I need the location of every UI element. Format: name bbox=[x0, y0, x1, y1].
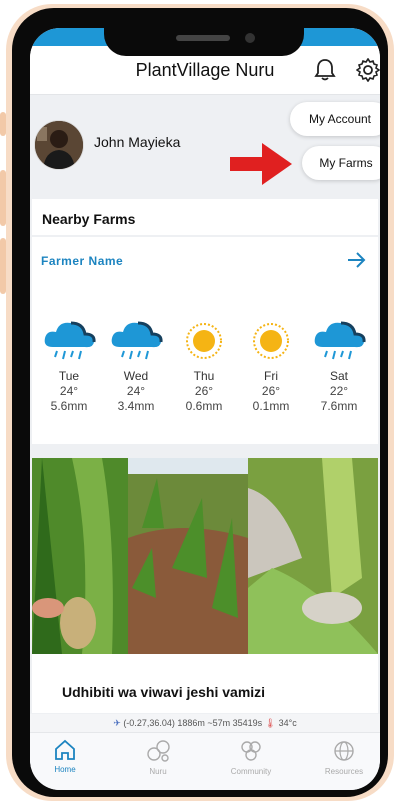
weather-rain: 0.1mm bbox=[252, 399, 290, 413]
weather-day-name: Thu bbox=[193, 369, 215, 383]
phone-side-button bbox=[0, 112, 6, 136]
sun-icon bbox=[240, 317, 302, 367]
bottom-navigation: Home Nuru Community Resources bbox=[30, 732, 380, 790]
home-icon bbox=[53, 739, 77, 763]
phone-side-button bbox=[0, 238, 6, 294]
gps-status-bar: ✈ (-0.27,36.04) 1886m ~57m 35419s 🌡 34°c bbox=[30, 714, 380, 732]
weather-day: Thu 26° 0.6mm bbox=[173, 317, 235, 413]
nav-resources[interactable]: Resources bbox=[304, 739, 380, 776]
my-farms-button[interactable]: My Farms bbox=[302, 146, 380, 180]
avatar[interactable] bbox=[34, 120, 84, 170]
weather-temp: 24° bbox=[59, 384, 79, 398]
weather-temp: 22° bbox=[329, 384, 349, 398]
divider bbox=[32, 235, 378, 237]
news-card[interactable]: Udhibiti wa viwavi jeshi vamizi bbox=[32, 458, 378, 713]
arrow-right-icon[interactable] bbox=[346, 251, 366, 274]
weather-forecast-card: Tue 24° 5.6mm Wed 24° 3.4mm Thu 26° 0.6m… bbox=[32, 299, 378, 444]
my-account-button[interactable]: My Account bbox=[290, 102, 380, 136]
user-name: John Mayieka bbox=[94, 134, 181, 150]
nav-nuru[interactable]: Nuru bbox=[118, 739, 198, 776]
settings-gear-icon[interactable] bbox=[355, 57, 380, 87]
nearby-farms-card: Nearby Farms Farmer Name bbox=[32, 199, 378, 309]
rain-cloud-icon bbox=[105, 317, 167, 367]
app-screen: PlantVillage Nuru John Mayieka My Accoun… bbox=[30, 28, 380, 790]
weather-day-name: Sat bbox=[329, 369, 348, 383]
nav-home-label: Home bbox=[54, 765, 76, 774]
news-headline: Udhibiti wa viwavi jeshi vamizi bbox=[62, 684, 266, 700]
weather-day-name: Tue bbox=[58, 369, 80, 383]
news-image bbox=[32, 458, 378, 654]
phone-side-button bbox=[0, 170, 6, 226]
status-temperature: 34°c bbox=[278, 718, 297, 728]
notification-bell-icon[interactable] bbox=[314, 58, 336, 87]
weather-day: Fri 26° 0.1mm bbox=[240, 317, 302, 413]
phone-speaker bbox=[176, 35, 230, 41]
weather-day-name: Fri bbox=[264, 369, 278, 383]
nav-home[interactable]: Home bbox=[30, 739, 105, 774]
weather-rain: 7.6mm bbox=[320, 399, 358, 413]
weather-day: Tue 24° 5.6mm bbox=[38, 317, 100, 413]
weather-rain: 5.6mm bbox=[50, 399, 88, 413]
farmer-name-link[interactable]: Farmer Name bbox=[41, 254, 123, 268]
weather-temp: 26° bbox=[194, 384, 214, 398]
nearby-farms-title: Nearby Farms bbox=[42, 211, 136, 227]
thermometer-icon: 🌡 bbox=[264, 718, 277, 728]
sun-icon bbox=[173, 317, 235, 367]
satellite-icon: ✈ bbox=[113, 718, 121, 728]
nav-community-label: Community bbox=[230, 767, 272, 776]
weather-rain: 3.4mm bbox=[117, 399, 155, 413]
phone-camera bbox=[245, 33, 255, 43]
community-icon bbox=[238, 741, 264, 765]
nav-community[interactable]: Community bbox=[211, 739, 291, 776]
weather-temp: 26° bbox=[261, 384, 281, 398]
weather-temp: 24° bbox=[126, 384, 146, 398]
nav-nuru-label: Nuru bbox=[149, 767, 167, 776]
weather-day: Sat 22° 7.6mm bbox=[308, 317, 370, 413]
weather-day-name: Wed bbox=[123, 369, 149, 383]
rain-cloud-icon bbox=[38, 317, 100, 367]
weather-rain: 0.6mm bbox=[185, 399, 223, 413]
rain-cloud-icon bbox=[308, 317, 370, 367]
nav-resources-label: Resources bbox=[324, 767, 364, 776]
globe-icon bbox=[332, 741, 356, 765]
weather-day: Wed 24° 3.4mm bbox=[105, 317, 167, 413]
gps-coordinates: (-0.27,36.04) 1886m ~57m 35419s bbox=[123, 718, 263, 728]
nuru-icon bbox=[145, 740, 171, 765]
red-arrow-annotation bbox=[230, 141, 294, 192]
